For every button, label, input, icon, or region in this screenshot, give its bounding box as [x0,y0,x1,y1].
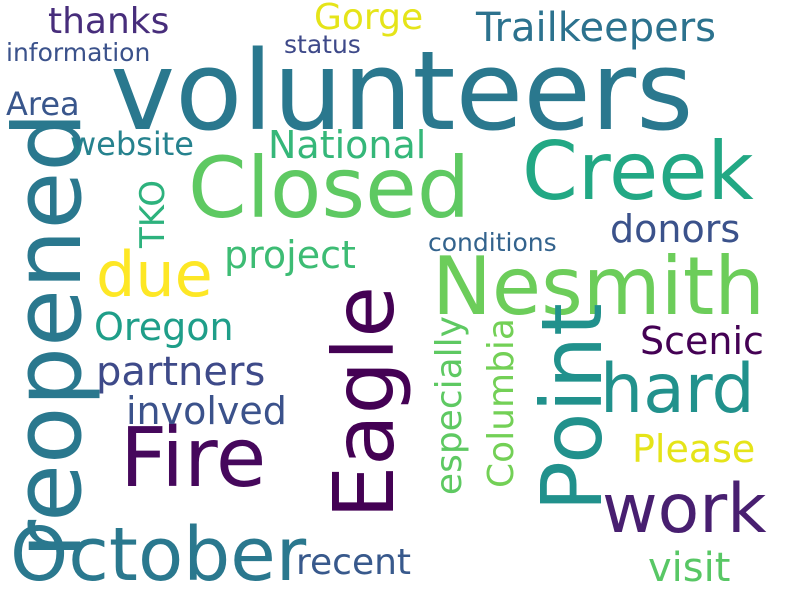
word-scenic: Scenic [640,319,764,363]
word-thanks: thanks [48,1,170,42]
word-recent: recent [296,542,412,583]
word-work: work [602,470,767,549]
word-information: information [6,38,151,67]
word-conditions: conditions [428,228,557,257]
word-partners: partners [96,349,266,395]
word-area: Area [6,85,80,123]
word-reopened: reopened [0,112,103,559]
word-trailkeepers: Trailkeepers [476,5,716,51]
word-project: project [224,233,356,277]
word-creek: Creek [522,125,754,218]
word-donors: donors [610,207,741,251]
word-hard: hard [600,350,755,429]
word-oregon: Oregon [94,305,234,349]
word-due: due [96,238,213,311]
word-tko: TKO [133,180,173,248]
word-especially: especially [429,316,470,496]
word-october: October [10,512,307,598]
word-cloud: volunteers reopened Closed Nesmith Creek… [0,0,800,600]
word-please: Please [632,427,756,471]
word-visit: visit [648,545,731,591]
word-eagle: Eagle [315,286,413,519]
word-involved: involved [126,389,287,433]
word-website: website [70,125,194,163]
word-status: status [284,30,361,59]
word-columbia: Columbia [481,318,522,488]
word-national: National [268,123,427,167]
